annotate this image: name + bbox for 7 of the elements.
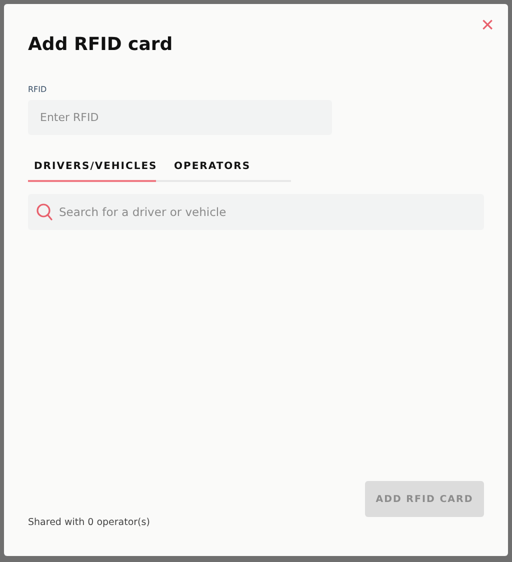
- field-label: RFID: [28, 85, 48, 94]
- rfid-input-field[interactable]: Enter RFID: [28, 100, 332, 135]
- shared-count-text: Shared with 0 operator(s): [28, 517, 150, 528]
- tab[interactable]: OPERATORS: [156, 159, 257, 182]
- tab[interactable]: DRIVERS/VEHICLES: [28, 159, 156, 182]
- dialog-title: Add RFID card: [28, 34, 174, 55]
- search-field[interactable]: Search for a driver or vehicle: [28, 194, 484, 230]
